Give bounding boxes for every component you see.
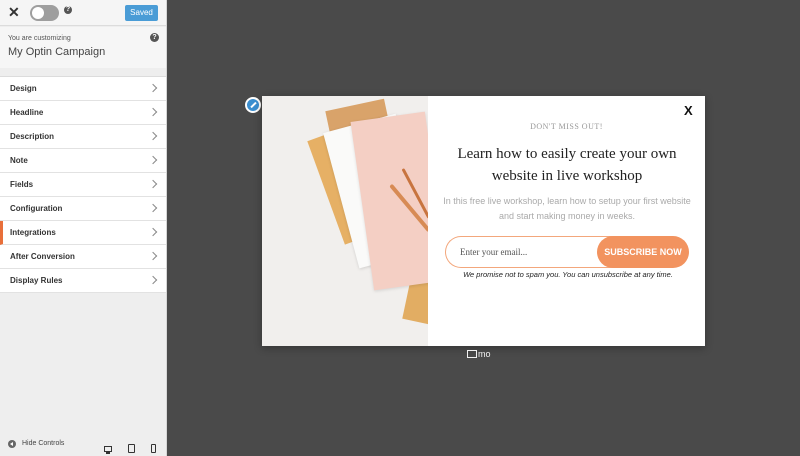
menu-item-label: Design	[10, 84, 37, 93]
optin-form: SUBSCRIBE NOW	[445, 236, 689, 268]
chevron-right-icon	[148, 131, 158, 141]
hide-controls-button[interactable]: Hide Controls	[0, 432, 166, 456]
menu-item-note[interactable]: Note	[0, 149, 166, 173]
desktop-preview-icon[interactable]	[104, 446, 112, 454]
menu-item-label: Integrations	[10, 228, 56, 237]
menu-item-design[interactable]: Design	[0, 77, 166, 101]
menu-item-configuration[interactable]: Configuration	[0, 197, 166, 221]
status-toggle[interactable]	[30, 5, 59, 21]
menu-item-label: Configuration	[10, 204, 63, 213]
menu-item-description[interactable]: Description	[0, 125, 166, 149]
customizing-label: You are customizing	[8, 35, 71, 42]
brand-logo-text: mo	[478, 349, 491, 359]
sidebar-topbar: ✕ ? Saved	[0, 0, 166, 26]
edit-pencil-icon[interactable]	[245, 97, 261, 113]
arrow-left-circle-icon	[8, 440, 16, 448]
tablet-preview-icon[interactable]	[128, 444, 135, 453]
popup-image	[262, 96, 428, 346]
subscribe-button[interactable]: SUBSCRIBE NOW	[597, 236, 689, 268]
menu-item-label: After Conversion	[10, 252, 75, 261]
chevron-right-icon	[148, 83, 158, 93]
chevron-right-icon	[148, 203, 158, 213]
menu-item-after-conversion[interactable]: After Conversion	[0, 245, 166, 269]
mail-icon	[467, 350, 477, 358]
campaign-help-icon[interactable]: ?	[150, 33, 159, 42]
popup-note: We promise not to spam you. You can unsu…	[463, 270, 673, 279]
saved-button[interactable]: Saved	[125, 5, 158, 21]
menu-item-fields[interactable]: Fields	[0, 173, 166, 197]
menu-item-label: Headline	[10, 108, 44, 117]
chevron-right-icon	[148, 179, 158, 189]
close-icon[interactable]: ✕	[8, 5, 20, 19]
customizer-sidebar: ✕ ? Saved You are customizing My Optin C…	[0, 0, 167, 456]
brand-logo: mo	[467, 349, 491, 359]
menu-item-label: Description	[10, 132, 55, 141]
chevron-right-icon	[148, 275, 158, 285]
customizing-panel: You are customizing My Optin Campaign ?	[0, 27, 166, 68]
help-icon[interactable]: ?	[64, 6, 72, 14]
menu-item-label: Display Rules	[10, 276, 63, 285]
popup-eyebrow: DON'T MISS OUT!	[530, 122, 603, 131]
menu-item-label: Fields	[10, 180, 34, 189]
menu-item-label: Note	[10, 156, 28, 165]
campaign-title: My Optin Campaign	[8, 46, 106, 58]
menu-item-integrations[interactable]: Integrations	[0, 221, 166, 245]
chevron-right-icon	[148, 251, 158, 261]
popup-description: In this free live workshop, learn how to…	[443, 196, 691, 221]
chevron-right-icon	[148, 155, 158, 165]
hide-controls-label: Hide Controls	[22, 440, 65, 447]
menu-item-headline[interactable]: Headline	[0, 101, 166, 125]
toggle-knob	[32, 7, 44, 19]
customizer-menu: Design Headline Description Note Fields …	[0, 76, 166, 293]
optin-popup: X DON'T MISS OUT! Learn how to easily cr…	[262, 96, 705, 346]
mobile-preview-icon[interactable]	[151, 444, 156, 453]
popup-headline: Learn how to easily create your own webs…	[457, 146, 677, 184]
chevron-right-icon	[148, 227, 158, 237]
menu-item-display-rules[interactable]: Display Rules	[0, 269, 166, 293]
popup-close-icon[interactable]: X	[684, 104, 693, 117]
chevron-right-icon	[148, 107, 158, 117]
